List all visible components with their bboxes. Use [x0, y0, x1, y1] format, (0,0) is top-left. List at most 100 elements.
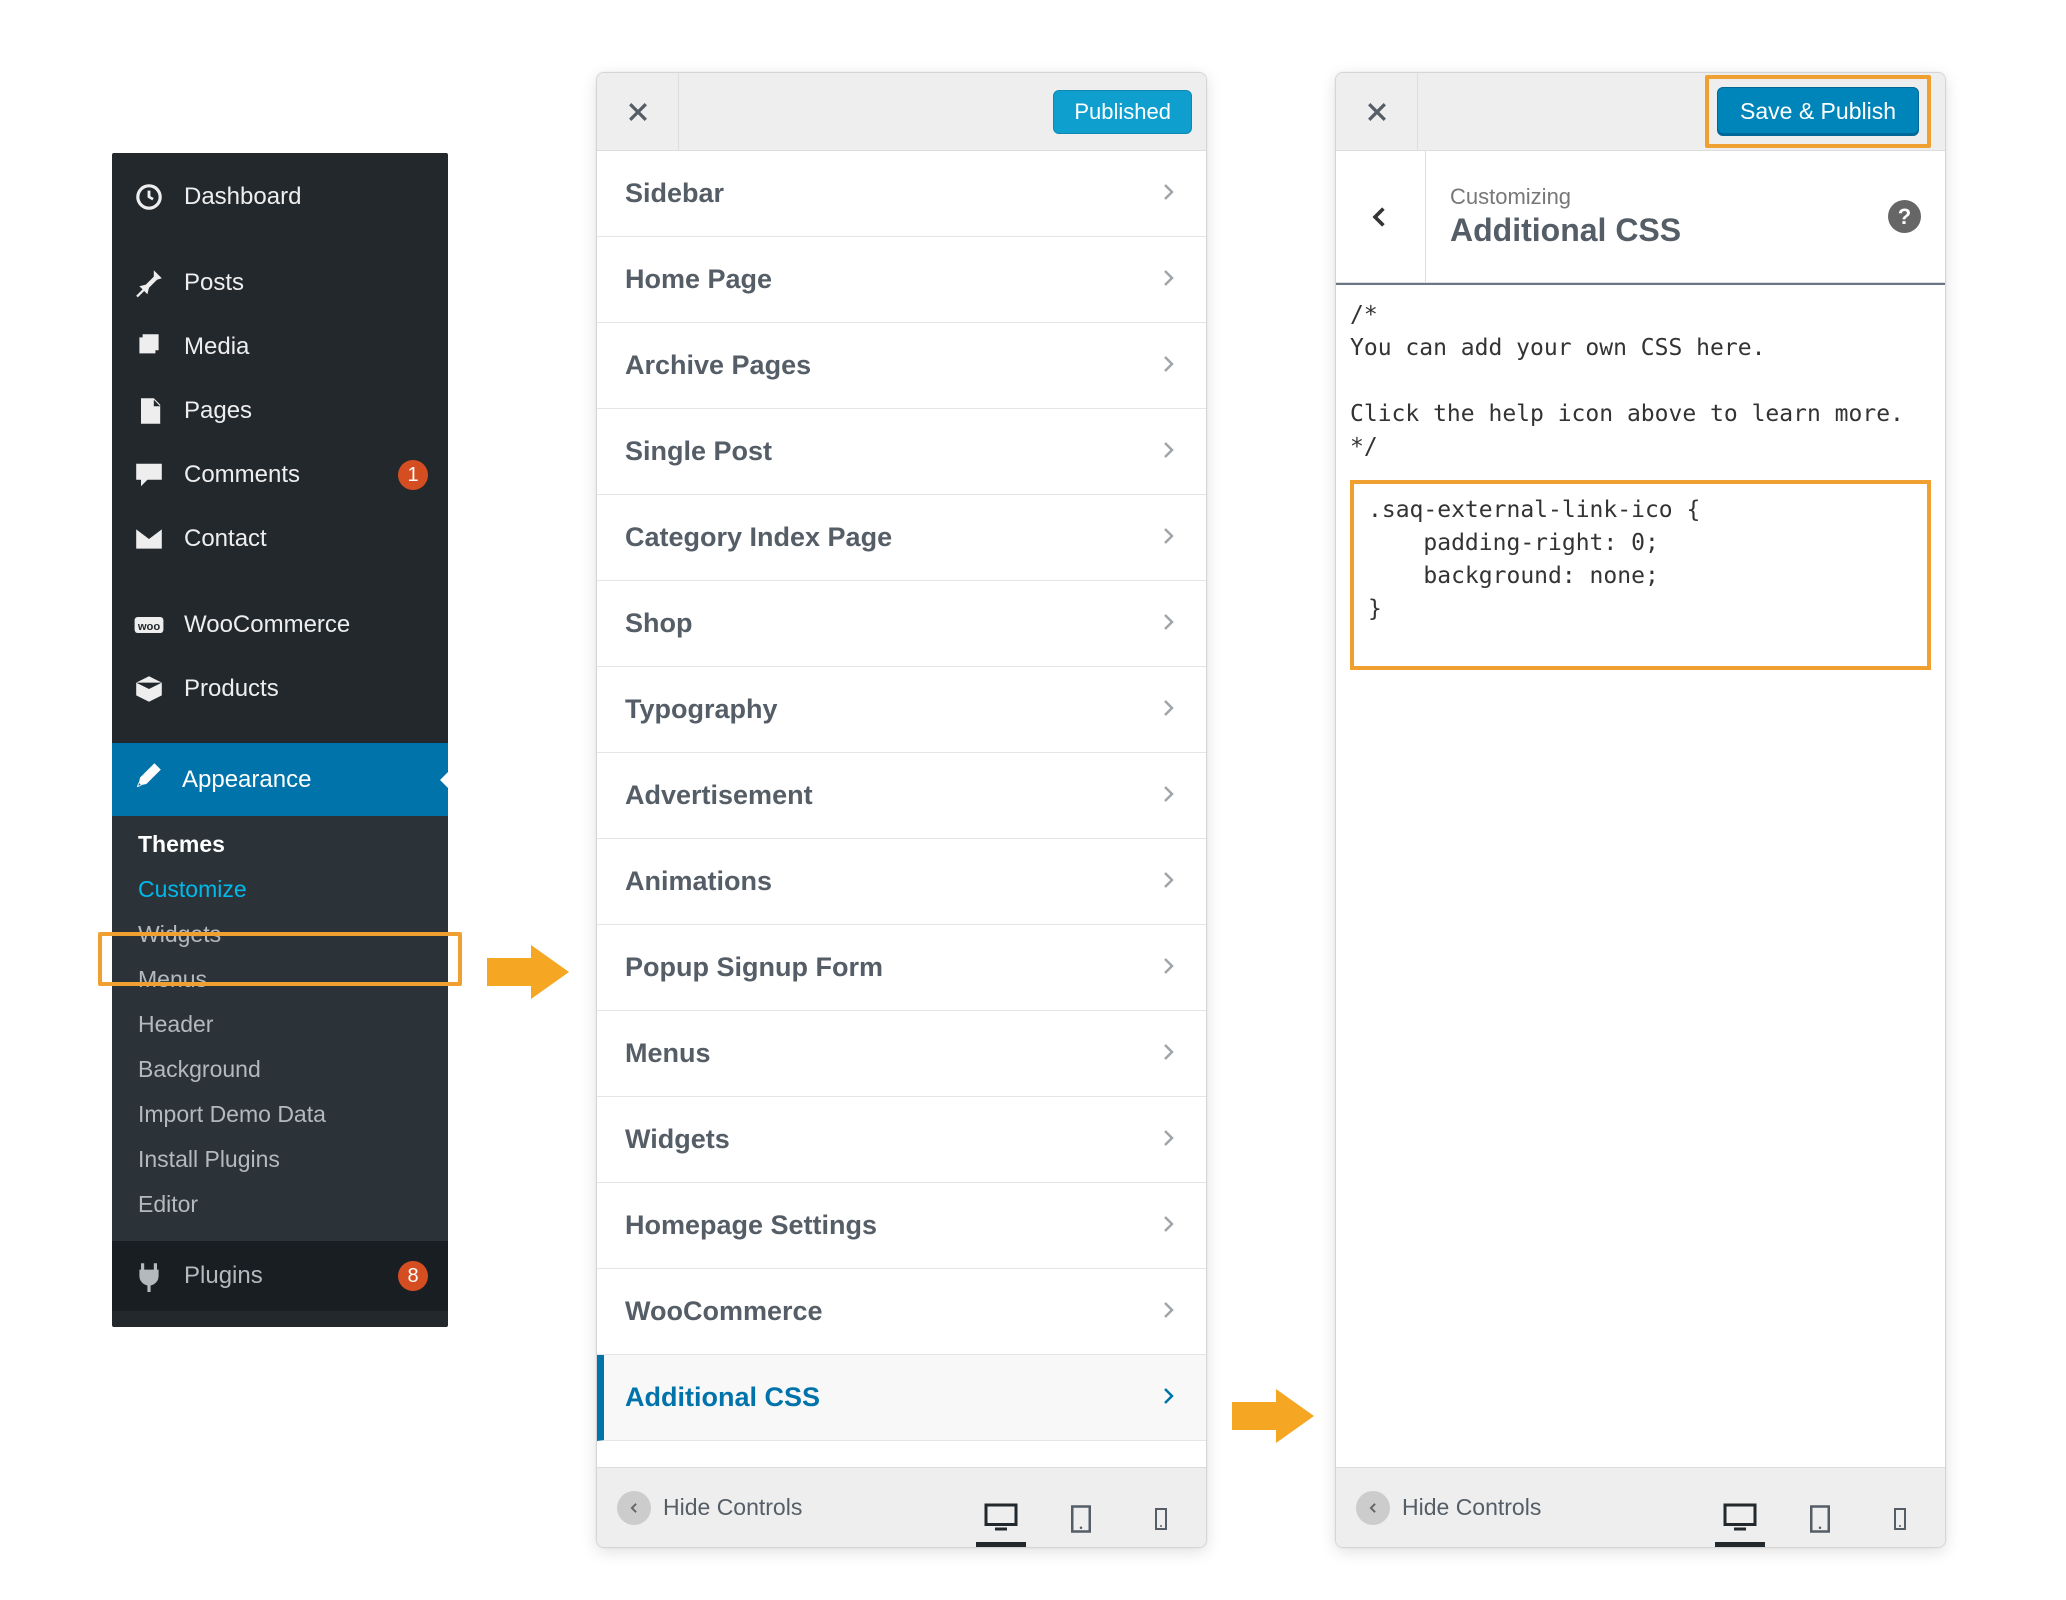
- sidebar-item-dashboard[interactable]: Dashboard: [112, 165, 448, 229]
- highlight-save-callout: Save & Publish: [1705, 75, 1931, 148]
- submenu-editor[interactable]: Editor: [112, 1182, 448, 1227]
- section-label: Sidebar: [625, 178, 724, 209]
- sidebar-item-appearance[interactable]: Appearance: [112, 743, 448, 816]
- submenu-header[interactable]: Header: [112, 1002, 448, 1047]
- sidebar-label: Dashboard: [184, 183, 428, 211]
- device-preview-toggle: [1715, 1468, 1925, 1547]
- device-desktop-button[interactable]: [1715, 1497, 1765, 1547]
- svg-text:woo: woo: [137, 621, 161, 633]
- customizer-footer: Hide Controls: [597, 1467, 1206, 1547]
- sidebar-label: Comments: [184, 461, 380, 489]
- sidebar-label: WooCommerce: [184, 611, 428, 639]
- section-title: Additional CSS: [1450, 212, 1864, 249]
- sidebar-item-comments[interactable]: Comments 1: [112, 443, 448, 507]
- save-publish-label: Save & Publish: [1740, 98, 1896, 124]
- sidebar-item-posts[interactable]: Posts: [112, 251, 448, 315]
- appearance-submenu: Themes Customize Widgets Menus Header Ba…: [112, 816, 448, 1241]
- device-preview-toggle: [976, 1468, 1186, 1547]
- chevron-right-icon: [1158, 1296, 1178, 1327]
- customizer-sections-list[interactable]: Sidebar Home Page Archive Pages Single Post…: [597, 151, 1206, 1467]
- css-editor-area: /* You can add your own CSS here. Click …: [1336, 283, 1945, 1467]
- brush-icon: [132, 760, 164, 799]
- chevron-right-icon: [1158, 608, 1178, 639]
- comments-icon: [132, 458, 166, 492]
- sidebar-item-pages[interactable]: Pages: [112, 379, 448, 443]
- submenu-import-demo-data[interactable]: Import Demo Data: [112, 1092, 448, 1137]
- published-label: Published: [1074, 99, 1171, 124]
- sidebar-item-products[interactable]: Products: [112, 657, 448, 721]
- section-row[interactable]: Animations: [597, 839, 1206, 925]
- section-row[interactable]: Shop: [597, 581, 1206, 667]
- css-code-input[interactable]: .saq-external-link-ico { padding-right: …: [1368, 494, 1913, 626]
- section-row[interactable]: Single Post: [597, 409, 1206, 495]
- section-label: WooCommerce: [625, 1296, 823, 1327]
- device-mobile-button[interactable]: [1875, 1497, 1925, 1547]
- device-tablet-button[interactable]: [1056, 1497, 1106, 1547]
- submenu-install-plugins[interactable]: Install Plugins: [112, 1137, 448, 1182]
- section-label: Archive Pages: [625, 350, 811, 381]
- sidebar-item-plugins[interactable]: Plugins 8: [112, 1241, 448, 1311]
- submenu-menus[interactable]: Menus: [112, 957, 448, 1002]
- device-mobile-button[interactable]: [1136, 1497, 1186, 1547]
- close-button[interactable]: [597, 73, 679, 151]
- chevron-right-icon: [1158, 952, 1178, 983]
- hide-controls-label: Hide Controls: [1402, 1494, 1541, 1521]
- submenu-themes[interactable]: Themes: [112, 822, 448, 867]
- section-row[interactable]: Advertisement: [597, 753, 1206, 839]
- section-row[interactable]: Archive Pages: [597, 323, 1206, 409]
- published-button: Published: [1053, 90, 1192, 134]
- wp-admin-sidebar: Dashboard Posts Media Pages Comments 1: [112, 153, 448, 1327]
- customizer-panel-sections: Published SidebarHome PageArchive PagesS…: [596, 72, 1207, 1548]
- section-row[interactable]: Sidebar: [597, 151, 1206, 237]
- chevron-right-icon: [1158, 694, 1178, 725]
- section-eyebrow: Customizing: [1450, 184, 1864, 210]
- section-label: Animations: [625, 866, 772, 897]
- hide-controls-label: Hide Controls: [663, 1494, 802, 1521]
- highlight-css-callout: .saq-external-link-ico { padding-right: …: [1350, 480, 1931, 670]
- customizer-footer: Hide Controls: [1336, 1467, 1945, 1547]
- sidebar-label: Contact: [184, 525, 428, 553]
- woo-icon: woo: [132, 608, 166, 642]
- chevron-right-icon: [1158, 780, 1178, 811]
- sidebar-label: Media: [184, 333, 428, 361]
- sidebar-item-media[interactable]: Media: [112, 315, 448, 379]
- arrow-icon: [1232, 1389, 1322, 1443]
- sidebar-label: Posts: [184, 269, 428, 297]
- close-button[interactable]: [1336, 73, 1418, 151]
- submenu-customize[interactable]: Customize: [112, 867, 448, 912]
- chevron-right-icon: [1158, 866, 1178, 897]
- section-row[interactable]: Additional CSS: [597, 1355, 1206, 1441]
- hide-controls-button[interactable]: Hide Controls: [617, 1491, 802, 1525]
- css-comment-block[interactable]: /* You can add your own CSS here. Click …: [1350, 299, 1931, 464]
- section-label: Additional CSS: [625, 1382, 820, 1413]
- chevron-right-icon: [1158, 264, 1178, 295]
- section-row[interactable]: Widgets: [597, 1097, 1206, 1183]
- chevron-right-icon: [1158, 1038, 1178, 1069]
- section-label: Advertisement: [625, 780, 813, 811]
- sidebar-item-woocommerce[interactable]: woo WooCommerce: [112, 593, 448, 657]
- section-row[interactable]: Popup Signup Form: [597, 925, 1206, 1011]
- submenu-widgets[interactable]: Widgets: [112, 912, 448, 957]
- section-row[interactable]: Typography: [597, 667, 1206, 753]
- save-publish-button[interactable]: Save & Publish: [1717, 87, 1919, 136]
- hide-controls-button[interactable]: Hide Controls: [1356, 1491, 1541, 1525]
- section-label: Shop: [625, 608, 693, 639]
- chevron-right-icon: [1158, 178, 1178, 209]
- customizer-panel-additional-css: Save & Publish Customizing Additional CS…: [1335, 72, 1946, 1548]
- back-button[interactable]: [1336, 151, 1426, 283]
- chevron-right-icon: [1158, 436, 1178, 467]
- section-row[interactable]: Home Page: [597, 237, 1206, 323]
- chevron-right-icon: [1158, 1382, 1178, 1413]
- sidebar-label: Appearance: [182, 766, 311, 794]
- section-row[interactable]: WooCommerce: [597, 1269, 1206, 1355]
- section-row[interactable]: Menus: [597, 1011, 1206, 1097]
- device-desktop-button[interactable]: [976, 1497, 1026, 1547]
- section-label: Home Page: [625, 264, 772, 295]
- submenu-background[interactable]: Background: [112, 1047, 448, 1092]
- plug-icon: [132, 1259, 166, 1293]
- help-icon[interactable]: ?: [1888, 200, 1921, 233]
- sidebar-item-contact[interactable]: Contact: [112, 507, 448, 571]
- device-tablet-button[interactable]: [1795, 1497, 1845, 1547]
- section-row[interactable]: Homepage Settings: [597, 1183, 1206, 1269]
- section-row[interactable]: Category Index Page: [597, 495, 1206, 581]
